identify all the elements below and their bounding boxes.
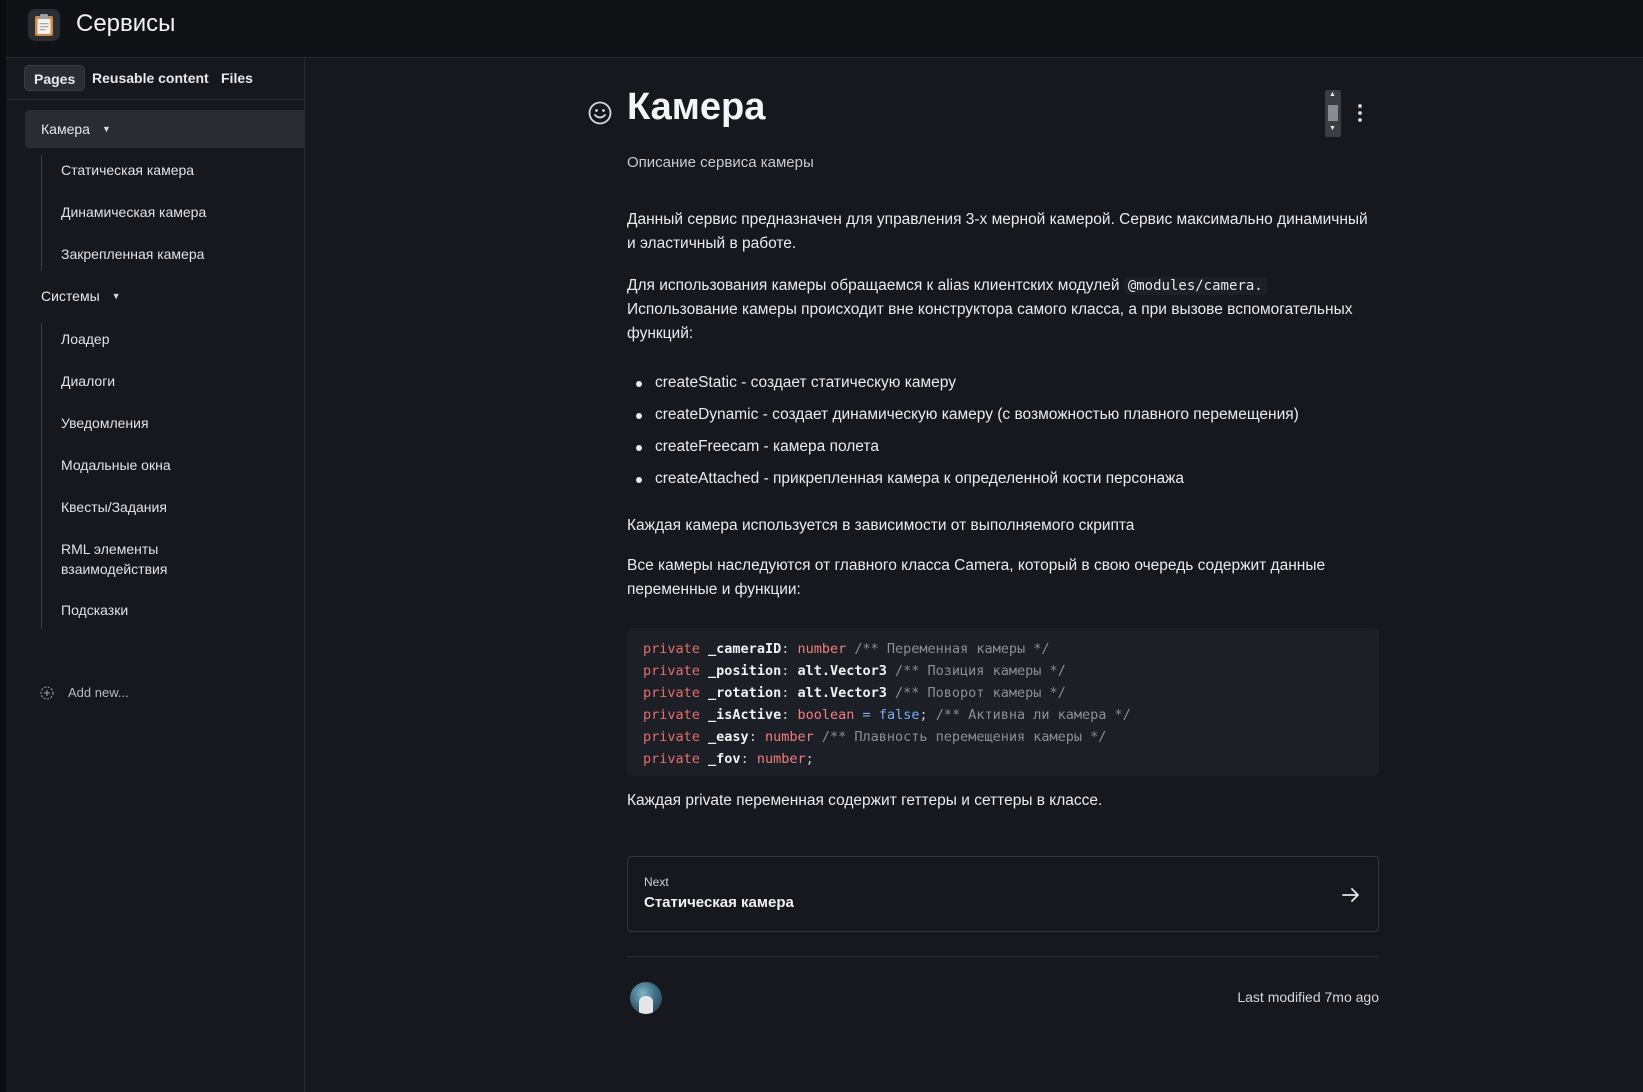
- code-line: private _easy: number /** Плавность пере…: [643, 729, 1107, 745]
- arrow-right-icon: [1342, 888, 1359, 902]
- next-page-card[interactable]: Next Статическая камера: [627, 856, 1379, 932]
- sidebar-item-hints[interactable]: Подсказки: [61, 600, 291, 620]
- divider: [627, 956, 1379, 957]
- more-vertical-icon[interactable]: [1352, 102, 1368, 124]
- smiley-icon[interactable]: [587, 100, 613, 126]
- paragraph-intro: Данный сервис предназначен для управлени…: [627, 211, 1368, 252]
- sidebar-item-loader[interactable]: Лоадер: [61, 329, 291, 349]
- page-title: Камера: [627, 86, 766, 128]
- sidebar-group-systems[interactable]: Системы ▼: [25, 277, 305, 315]
- scroll-down-icon[interactable]: ▼: [1329, 125, 1336, 132]
- list-item: createAttached - прикрепленная камера к …: [627, 463, 1387, 495]
- scroll-thumb[interactable]: [1328, 105, 1338, 121]
- space-title[interactable]: Сервисы: [76, 10, 175, 38]
- avatar[interactable]: [630, 982, 662, 1014]
- paragraph-text: Для использования камеры обращаемся к al…: [627, 277, 1124, 294]
- nav-tree-line: [41, 323, 42, 629]
- page-description: Описание сервиса камеры: [627, 154, 814, 171]
- add-new-label: Add new...: [68, 685, 129, 700]
- list-item: createStatic - создает статическую камер…: [627, 367, 1387, 399]
- code-line: private _rotation: alt.Vector3 /** Повор…: [643, 685, 1066, 701]
- caret-down-icon[interactable]: ▼: [102, 124, 111, 134]
- nav-tree-line: [41, 155, 42, 271]
- sidebar-item-static-camera[interactable]: Статическая камера: [61, 160, 291, 180]
- code-line: private _fov: number;: [643, 751, 814, 767]
- sidebar-tabs: Pages Reusable content Files: [6, 58, 304, 100]
- sidebar-item-dialogs[interactable]: Диалоги: [61, 371, 291, 391]
- next-label: Next: [644, 875, 669, 889]
- top-bar: Сервисы: [0, 0, 1643, 58]
- sidebar-item-rml-elements[interactable]: RML элементы взаимодействия: [61, 539, 181, 579]
- sidebar-group-camera[interactable]: Камера ▼: [25, 110, 305, 148]
- add-new-button[interactable]: Add new...: [40, 685, 129, 700]
- next-page-title: Статическая камера: [644, 894, 794, 911]
- paragraph-inheritance: Все камеры наследуются от главного класс…: [627, 557, 1326, 598]
- code-line: private _cameraID: number /** Переменная…: [643, 641, 1050, 657]
- window-edge: [0, 0, 6, 1092]
- clipboard-icon[interactable]: [28, 9, 60, 41]
- tab-reusable-content[interactable]: Reusable content: [83, 65, 218, 91]
- scrollbar[interactable]: ▲ ▼: [1325, 90, 1341, 137]
- sidebar-item-modals[interactable]: Модальные окна: [61, 455, 291, 475]
- paragraph-text: Использование камеры происходит вне конс…: [627, 301, 1353, 342]
- sidebar-item-quests[interactable]: Квесты/Задания: [61, 497, 291, 517]
- sidebar-item-notifications[interactable]: Уведомления: [61, 413, 291, 433]
- code-line: private _position: alt.Vector3 /** Позиц…: [643, 663, 1066, 679]
- code-line: private _isActive: boolean = false; /** …: [643, 707, 1131, 723]
- add-circle-icon: [40, 685, 54, 700]
- sidebar-group-label: Камера: [41, 121, 90, 137]
- sidebar-item-attached-camera[interactable]: Закрепленная камера: [61, 244, 291, 264]
- paragraph-usage: Для использования камеры обращаемся к al…: [627, 274, 1379, 346]
- code-block[interactable]: private _cameraID: number /** Переменная…: [627, 628, 1379, 776]
- paragraph-usage-note: Каждая камера используется в зависимости…: [627, 517, 1135, 534]
- last-modified-text: Last modified 7mo ago: [1237, 989, 1379, 1005]
- sidebar-group-label: Системы: [41, 288, 100, 304]
- caret-down-icon[interactable]: ▼: [112, 291, 121, 301]
- tab-files[interactable]: Files: [212, 65, 262, 91]
- list-item: createFreecam - камера полета: [627, 431, 1387, 463]
- scroll-up-icon[interactable]: ▲: [1329, 91, 1336, 98]
- inline-code-module-path: @modules/camera.: [1123, 277, 1267, 295]
- sidebar-item-dynamic-camera[interactable]: Динамическая камера: [61, 202, 291, 222]
- tab-pages[interactable]: Pages: [24, 65, 86, 91]
- bullet-list: createStatic - создает статическую камер…: [627, 367, 1387, 495]
- paragraph-getters-setters: Каждая private переменная содержит гетте…: [627, 792, 1103, 809]
- sidebar: Pages Reusable content Files Камера ▼ Ст…: [6, 58, 305, 1092]
- list-item: createDynamic - создает динамическую кам…: [627, 399, 1387, 431]
